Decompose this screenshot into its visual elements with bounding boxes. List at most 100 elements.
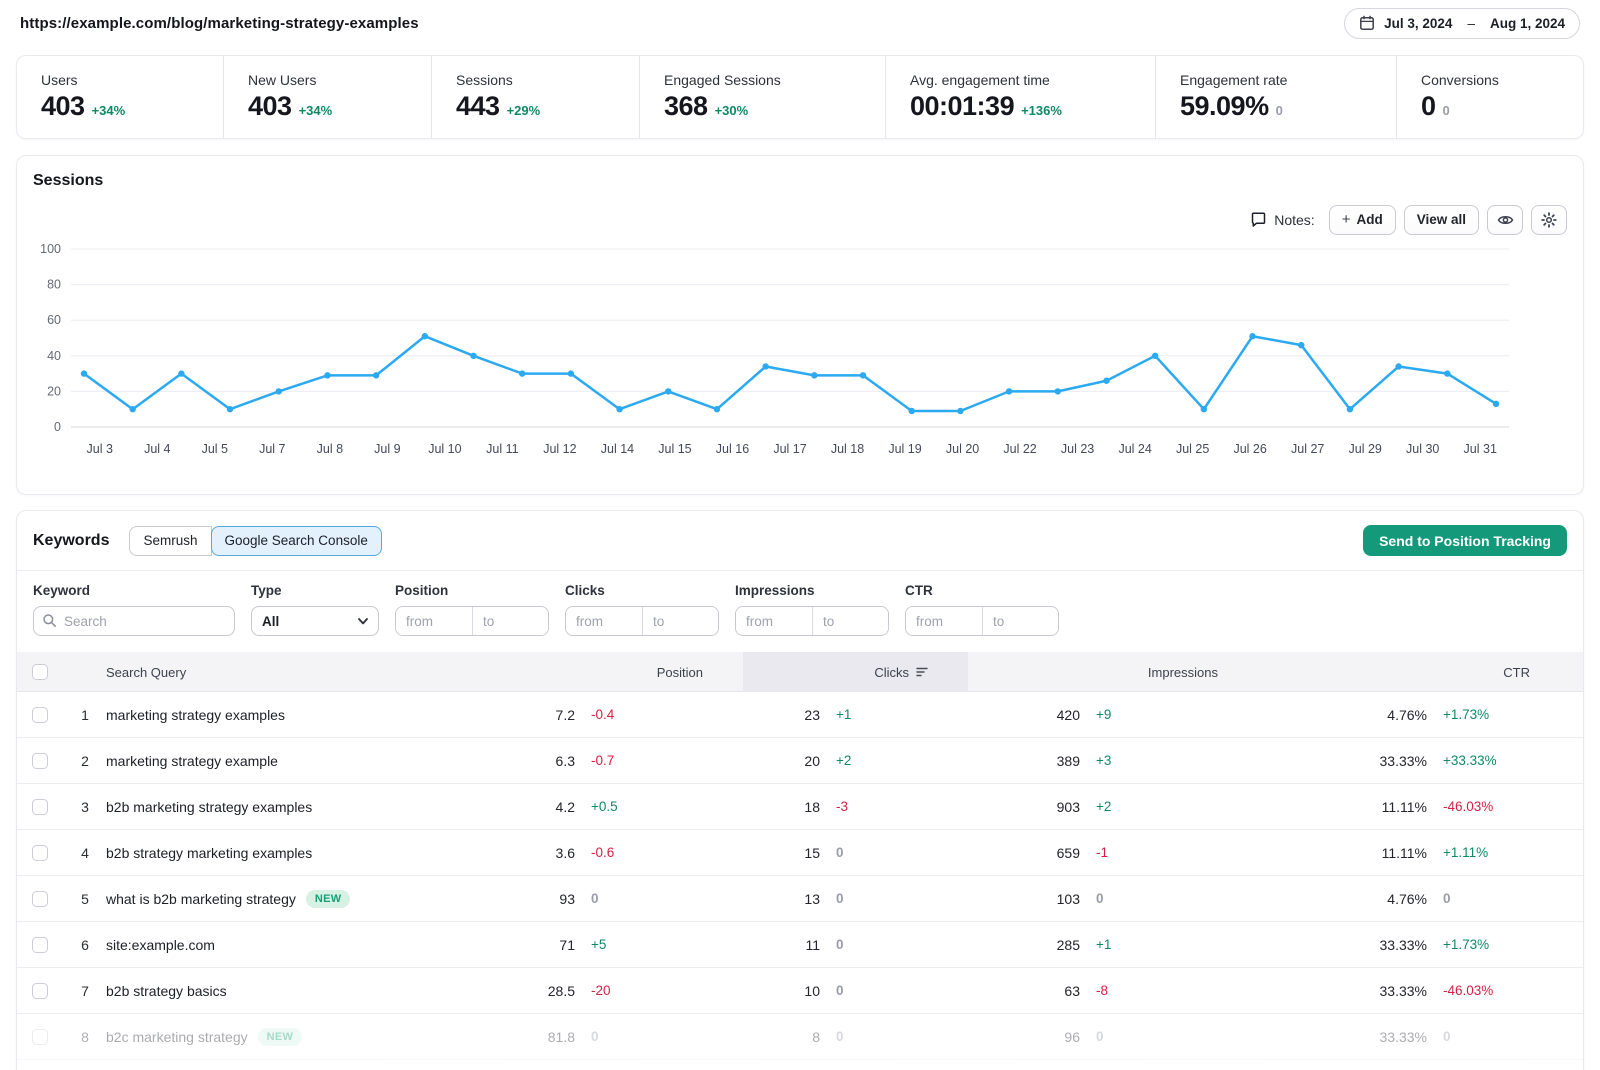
position-cell: 930	[543, 891, 743, 907]
svg-text:Jul 14: Jul 14	[601, 442, 634, 456]
type-select[interactable]: All	[251, 606, 379, 636]
impressions-cell: 63-8	[968, 983, 1268, 999]
table-row: 4 b2b strategy marketing examples 3.6-0.…	[17, 830, 1583, 876]
header-position[interactable]: Position	[543, 652, 743, 692]
metric-delta: +30%	[715, 103, 749, 118]
impressions-cell: 285+1	[968, 937, 1268, 953]
clicks-cell: 110	[743, 937, 968, 953]
position-to-input[interactable]	[472, 607, 548, 635]
add-note-button[interactable]: + Add	[1329, 205, 1396, 235]
ctr-cell: 11.11%-46.03%	[1268, 799, 1568, 815]
clicks-cell: 20+2	[743, 753, 968, 769]
impressions-cell: 389+3	[968, 753, 1268, 769]
svg-text:Jul 22: Jul 22	[1003, 442, 1036, 456]
tab-semrush[interactable]: Semrush	[129, 526, 211, 556]
metric-users: Users403+34%	[17, 56, 223, 138]
row-index: 8	[81, 1029, 89, 1045]
clicks-to-input[interactable]	[642, 607, 718, 635]
svg-text:Jul 8: Jul 8	[317, 442, 343, 456]
impressions-cell: 1030	[968, 891, 1268, 907]
ctr-cell: 33.33%+33.33%	[1268, 753, 1568, 769]
ctr-from-input[interactable]	[906, 607, 982, 635]
row-checkbox[interactable]	[32, 937, 48, 953]
ctr-to-input[interactable]	[982, 607, 1058, 635]
date-end: Aug 1, 2024	[1490, 16, 1565, 31]
metric-sessions: Sessions443+29%	[431, 56, 639, 138]
row-checkbox[interactable]	[32, 1029, 48, 1045]
impressions-to-input[interactable]	[812, 607, 888, 635]
row-checkbox[interactable]	[32, 891, 48, 907]
page-url: https://example.com/blog/marketing-strat…	[20, 15, 419, 32]
metric-delta: 0	[1443, 103, 1450, 118]
position-cell: 71+5	[543, 937, 743, 953]
date-start: Jul 3, 2024	[1384, 16, 1452, 31]
row-checkbox[interactable]	[32, 753, 48, 769]
ctr-cell: 4.76%0	[1268, 891, 1568, 907]
metric-delta: 0	[1276, 103, 1283, 118]
search-query-text: b2b strategy marketing examples	[106, 845, 312, 861]
header-search-query[interactable]: Search Query	[98, 652, 543, 692]
send-to-position-tracking-button[interactable]: Send to Position Tracking	[1363, 525, 1567, 556]
header-clicks-sorted[interactable]: Clicks	[743, 652, 968, 692]
header-ctr[interactable]: CTR	[1268, 652, 1568, 692]
clicks-from-input[interactable]	[566, 607, 642, 635]
svg-text:Jul 23: Jul 23	[1061, 442, 1094, 456]
search-query-text: marketing strategy examples	[106, 707, 285, 723]
impressions-from-input[interactable]	[736, 607, 812, 635]
keywords-table-body: 1 marketing strategy examples 7.2-0.4 23…	[17, 692, 1583, 1060]
position-from-input[interactable]	[396, 607, 472, 635]
impressions-cell: 960	[968, 1029, 1268, 1045]
filter-clicks: Clicks	[565, 583, 719, 636]
ctr-cell: 33.33%0	[1268, 1029, 1568, 1045]
row-checkbox[interactable]	[32, 983, 48, 999]
keyword-search-input[interactable]	[33, 606, 235, 636]
svg-text:Jul 24: Jul 24	[1118, 442, 1151, 456]
clicks-cell: 23+1	[743, 707, 968, 723]
metric-engaged-sessions: Engaged Sessions368+30%	[639, 56, 885, 138]
clicks-cell: 130	[743, 891, 968, 907]
tab-google-search-console[interactable]: Google Search Console	[211, 526, 382, 556]
svg-text:Jul 31: Jul 31	[1464, 442, 1497, 456]
keywords-source-tabs: Semrush Google Search Console	[129, 526, 381, 556]
svg-text:Jul 10: Jul 10	[428, 442, 461, 456]
search-query-text: site:example.com	[106, 937, 215, 953]
plus-icon: +	[1342, 212, 1351, 227]
keywords-header: Keywords Semrush Google Search Console S…	[17, 511, 1583, 571]
filter-impressions: Impressions	[735, 583, 889, 636]
svg-text:Jul 11: Jul 11	[486, 442, 518, 456]
table-row: 1 marketing strategy examples 7.2-0.4 23…	[17, 692, 1583, 738]
svg-text:Jul 7: Jul 7	[259, 442, 285, 456]
svg-text:Jul 16: Jul 16	[716, 442, 749, 456]
select-all-checkbox[interactable]	[32, 664, 48, 680]
row-index: 7	[81, 983, 89, 999]
chart-settings-button[interactable]	[1531, 205, 1567, 235]
notes-toolbar: Notes: + Add View all	[33, 204, 1567, 235]
toggle-visibility-button[interactable]	[1487, 205, 1523, 235]
row-index: 3	[81, 799, 89, 815]
date-range-picker[interactable]: Jul 3, 2024 – Aug 1, 2024	[1344, 8, 1580, 39]
metric-delta: +34%	[299, 103, 333, 118]
svg-text:60: 60	[47, 313, 61, 327]
metric-engagement-rate: Engagement rate59.09%0	[1155, 56, 1396, 138]
search-query-text: marketing strategy example	[106, 753, 278, 769]
search-query-text: what is b2b marketing strategy	[106, 891, 296, 907]
row-checkbox[interactable]	[32, 799, 48, 815]
sort-descending-icon	[916, 666, 928, 678]
table-row: 8 b2c marketing strategy NEW 81.80 80 96…	[17, 1014, 1583, 1060]
svg-text:40: 40	[47, 349, 61, 363]
metric-label: Users	[41, 72, 223, 88]
clicks-cell: 150	[743, 845, 968, 861]
search-query-text: b2c marketing strategy	[106, 1029, 248, 1045]
row-index: 2	[81, 753, 89, 769]
sessions-line-chart: 020406080100Jul 3Jul 4Jul 5Jul 7Jul 8Jul…	[33, 235, 1567, 472]
header-impressions[interactable]: Impressions	[968, 652, 1268, 692]
filter-type: Type All	[251, 583, 379, 636]
clicks-cell: 100	[743, 983, 968, 999]
row-checkbox[interactable]	[32, 707, 48, 723]
view-all-notes-button[interactable]: View all	[1404, 205, 1479, 235]
clicks-cell: 18-3	[743, 799, 968, 815]
ctr-cell: 33.33%-46.03%	[1268, 983, 1568, 999]
position-cell: 3.6-0.6	[543, 845, 743, 861]
row-checkbox[interactable]	[32, 845, 48, 861]
svg-text:Jul 9: Jul 9	[374, 442, 400, 456]
